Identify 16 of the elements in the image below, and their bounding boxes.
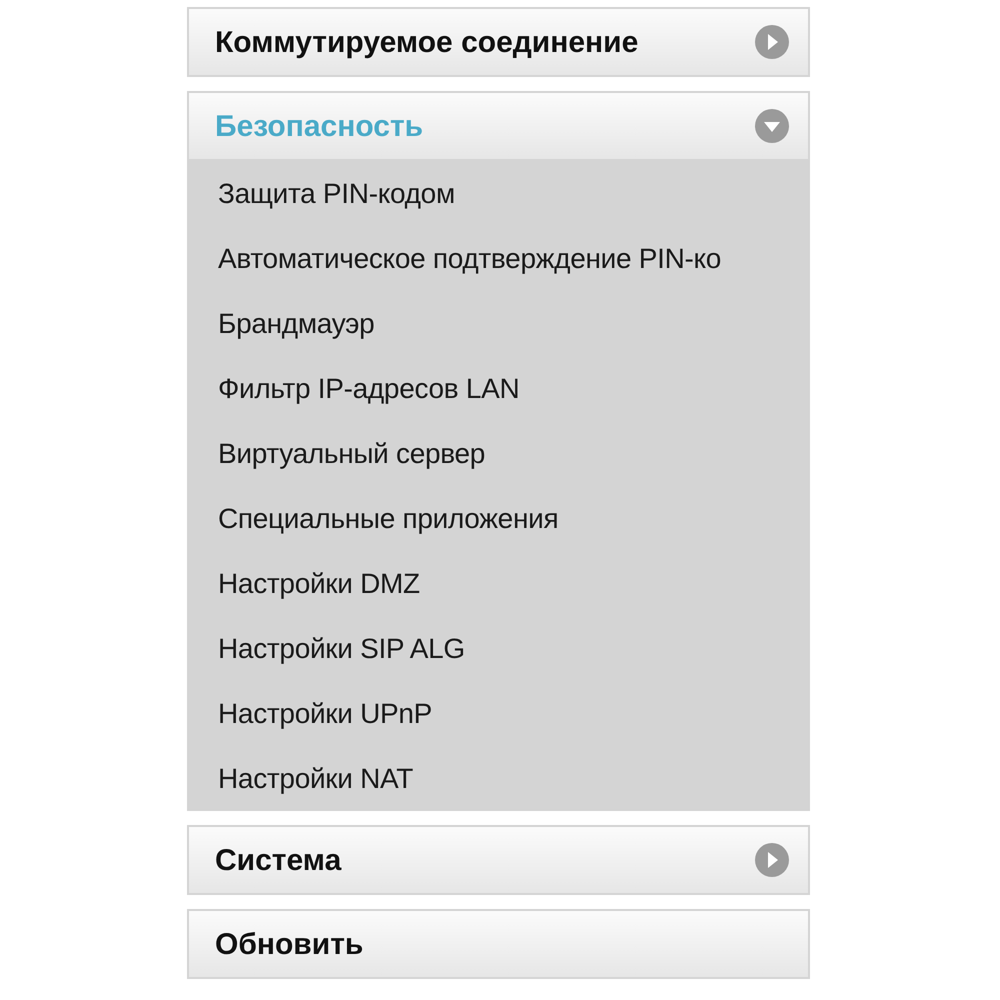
expand-icon: [754, 842, 790, 878]
submenu-item[interactable]: Настройки SIP ALG: [218, 616, 810, 681]
submenu-item[interactable]: Фильтр IP-адресов LAN: [218, 356, 810, 421]
submenu-item[interactable]: Автоматическое подтверждение PIN-ко: [218, 226, 810, 291]
submenu-item[interactable]: Настройки UPnP: [218, 681, 810, 746]
menu-header[interactable]: Обновить: [187, 909, 810, 979]
menu-header[interactable]: Система: [187, 825, 810, 895]
submenu-item[interactable]: Специальные приложения: [218, 486, 810, 551]
collapse-icon: [754, 108, 790, 144]
submenu-item[interactable]: Брандмауэр: [218, 291, 810, 356]
submenu-item[interactable]: Настройки NAT: [218, 746, 810, 811]
expand-icon: [754, 24, 790, 60]
submenu-item[interactable]: Защита PIN-кодом: [218, 161, 810, 226]
submenu-item[interactable]: Виртуальный сервер: [218, 421, 810, 486]
submenu-item[interactable]: Настройки DMZ: [218, 551, 810, 616]
menu-header[interactable]: Коммутируемое соединение: [187, 7, 810, 77]
